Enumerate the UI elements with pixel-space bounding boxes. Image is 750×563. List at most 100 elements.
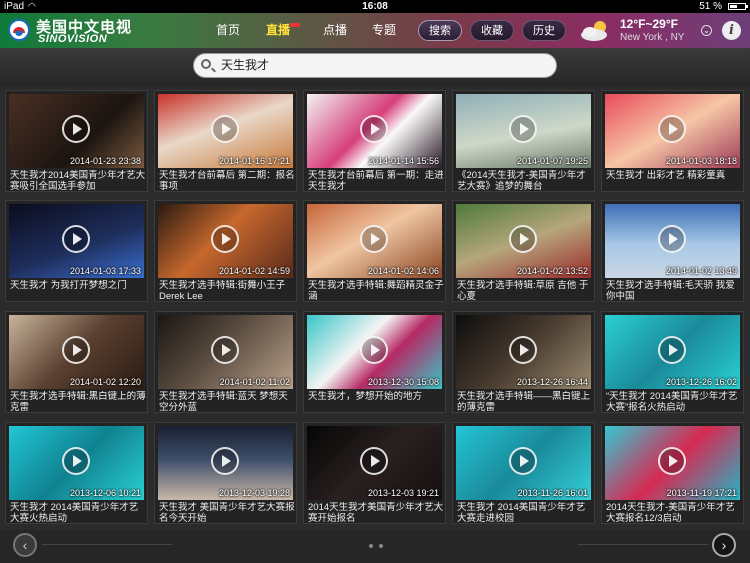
video-title: 天生我才 2014美国青少年才艺大赛走进校园	[457, 502, 586, 524]
video-card[interactable]: 2013-11-19 17:21 2014天生我才-美国青少年才艺大赛报名12/3…	[601, 422, 744, 524]
tab-history[interactable]: 历史	[522, 20, 566, 41]
search-query: 天生我才	[221, 58, 270, 72]
video-title: 天生我才选手特辑——黑白键上的薄克雷	[457, 391, 591, 413]
play-icon	[509, 225, 537, 253]
video-thumbnail: 2013-12-26 16:02	[605, 315, 740, 389]
video-card[interactable]: 2014-01-16 17:21 天生我才台前幕后 第二期：报名事项	[154, 90, 297, 192]
play-icon	[360, 225, 388, 253]
video-card[interactable]: 2013-12-26 16:02 “天生我才 2014美国青少年才艺大赛”报名火热…	[601, 311, 744, 413]
weather-temperature: 12°F~29°F	[620, 17, 678, 31]
play-icon	[211, 225, 239, 253]
clock: 16:08	[362, 1, 388, 12]
video-title: 《2014天生我才-美国青少年才艺大赛》追梦的舞台	[457, 170, 586, 192]
video-card[interactable]: 2013-12-03 19:28 天生我才 美国青少年才艺大赛报名今天开始	[154, 422, 297, 524]
video-date: 2013-11-26 16:01	[517, 488, 588, 498]
video-title: 天生我才选手特辑:黑白键上的薄克雷	[10, 391, 146, 413]
nav-home[interactable]: 首页	[216, 13, 240, 48]
video-date: 2013-12-26 16:44	[516, 377, 588, 387]
video-title: 2014天生我才-美国青少年才艺大赛报名12/3启动	[606, 502, 735, 524]
video-thumbnail: 2014-01-23 23:38	[9, 94, 144, 168]
video-title: 天生我才选手特辑:蓝天 梦想天空分外蓝	[159, 391, 288, 413]
search-icon	[201, 59, 211, 69]
video-title: 天生我才 美国青少年才艺大赛报名今天开始	[159, 502, 295, 524]
video-date: 2014-01-02 14:06	[367, 266, 439, 276]
pager-bar: ‹ ›	[0, 530, 750, 563]
video-date: 2013-12-03 19:28	[218, 488, 290, 498]
video-card[interactable]: 2013-12-30 15:08 天生我才，梦想开始的地方	[303, 311, 446, 413]
video-card[interactable]: 2013-12-03 19:21 2014天生我才美国青少年才艺大赛开始报名	[303, 422, 446, 524]
battery-percent: 51 %	[699, 1, 722, 12]
video-date: 2014-01-23 23:38	[69, 156, 141, 166]
play-icon	[509, 336, 537, 364]
page-dot-1[interactable]	[369, 544, 373, 548]
video-thumbnail: 2014-01-03 17:33	[9, 204, 144, 278]
sinovision-logo-icon	[8, 19, 30, 41]
play-icon	[509, 447, 537, 475]
video-title: 天生我才 出彩才艺 精彩童真	[606, 170, 726, 181]
play-icon	[509, 115, 537, 143]
video-title: 天生我才选手特辑:草原 吉他 于心夏	[457, 280, 589, 302]
next-page-button[interactable]: ›	[712, 533, 736, 557]
play-icon	[360, 336, 388, 364]
video-date: 2014-01-07 19:25	[516, 156, 588, 166]
video-card[interactable]: 2013-12-06 10:21 天生我才 2014美国青少年才艺大赛火热启动	[5, 422, 148, 524]
video-date: 2013-12-03 19:21	[367, 488, 439, 498]
tab-favorites[interactable]: 收藏	[470, 20, 514, 41]
brand-name-en: SINOVISION	[38, 33, 108, 45]
video-thumbnail: 2013-12-30 15:08	[307, 315, 442, 389]
video-title: 天生我才台前幕后 第一期：走进天生我才	[308, 170, 444, 192]
page-dot-2[interactable]	[379, 544, 383, 548]
video-card[interactable]: 2014-01-14 15:56 天生我才台前幕后 第一期：走进天生我才	[303, 90, 446, 192]
video-card[interactable]: 2014-01-03 17:33 天生我才 为我打开梦想之门	[5, 200, 148, 302]
status-bar: iPad ◠ 16:08 51 %	[0, 0, 750, 13]
video-card[interactable]: 2013-12-26 16:44 天生我才选手特辑——黑白键上的薄克雷	[452, 311, 595, 413]
prev-page-button[interactable]: ‹	[13, 533, 37, 557]
video-card[interactable]: 2014-01-02 14:59 天生我才选手特辑:街舞小王子Derek Lee	[154, 200, 297, 302]
video-card[interactable]: 2013-11-26 16:01 天生我才 2014美国青少年才艺大赛走进校园	[452, 422, 595, 524]
video-card[interactable]: 2014-01-07 19:25 《2014天生我才-美国青少年才艺大赛》追梦的舞…	[452, 90, 595, 192]
video-title: 天生我才选手特辑:街舞小王子Derek Lee	[159, 280, 286, 302]
video-card[interactable]: 2014-01-02 11:02 天生我才选手特辑:蓝天 梦想天空分外蓝	[154, 311, 297, 413]
video-title: 天生我才选手特辑:舞蹈精灵金子涵	[308, 280, 444, 302]
video-title: 天生我才选手特辑:毛天骄 我爱你中国	[606, 280, 735, 302]
video-card[interactable]: 2014-01-02 14:06 天生我才选手特辑:舞蹈精灵金子涵	[303, 200, 446, 302]
tab-search[interactable]: 搜索	[418, 20, 462, 41]
video-title: 天生我才台前幕后 第二期：报名事项	[159, 170, 295, 192]
nav-topics[interactable]: 专题	[372, 13, 396, 48]
video-thumbnail: 2013-12-06 10:21	[9, 426, 144, 500]
video-thumbnail: 2013-11-19 17:21	[605, 426, 740, 500]
divider	[42, 544, 172, 545]
video-date: 2014-01-02 13:52	[516, 266, 588, 276]
video-grid: 2014-01-23 23:38 天生我才2014美国青少年才艺大赛吸引全国选手参…	[5, 90, 745, 526]
video-title: 天生我才 为我打开梦想之门	[10, 280, 127, 291]
video-date: 2013-12-06 10:21	[69, 488, 141, 498]
video-card[interactable]: 2014-01-02 13:52 天生我才选手特辑:草原 吉他 于心夏	[452, 200, 595, 302]
video-thumbnail: 2014-01-02 13:49	[605, 204, 740, 278]
video-thumbnail: 2014-01-02 14:59	[158, 204, 293, 278]
video-title: “天生我才 2014美国青少年才艺大赛”报名火热启动	[606, 391, 738, 413]
nav-live[interactable]: 直播	[266, 13, 290, 48]
video-date: 2014-01-02 14:59	[218, 266, 290, 276]
video-thumbnail: 2013-12-26 16:44	[456, 315, 591, 389]
video-date: 2014-01-03 18:18	[665, 156, 737, 166]
play-icon	[211, 447, 239, 475]
weather-dropdown-icon[interactable]: ⌄	[701, 25, 712, 36]
video-thumbnail: 2013-12-03 19:28	[158, 426, 293, 500]
video-card[interactable]: 2014-01-02 12:20 天生我才选手特辑:黑白键上的薄克雷	[5, 311, 148, 413]
video-card[interactable]: 2014-01-03 18:18 天生我才 出彩才艺 精彩童真	[601, 90, 744, 192]
video-thumbnail: 2014-01-02 14:06	[307, 204, 442, 278]
play-icon	[658, 336, 686, 364]
search-input[interactable]: 天生我才	[193, 53, 557, 78]
play-icon	[211, 115, 239, 143]
video-date: 2014-01-02 11:02	[219, 377, 290, 387]
video-card[interactable]: 2014-01-23 23:38 天生我才2014美国青少年才艺大赛吸引全国选手参…	[5, 90, 148, 192]
info-icon[interactable]: i	[722, 21, 741, 40]
play-icon	[360, 115, 388, 143]
top-bar: 美国中文电视 SINOVISION 首页 直播 点播 专题 搜索 收藏 历史 1…	[0, 13, 750, 48]
play-icon	[62, 336, 90, 364]
video-card[interactable]: 2014-01-02 13:49 天生我才选手特辑:毛天骄 我爱你中国	[601, 200, 744, 302]
video-thumbnail: 2014-01-03 18:18	[605, 94, 740, 168]
nav-vod[interactable]: 点播	[323, 13, 347, 48]
video-date: 2014-01-02 12:20	[69, 377, 141, 387]
video-thumbnail: 2014-01-16 17:21	[158, 94, 293, 168]
